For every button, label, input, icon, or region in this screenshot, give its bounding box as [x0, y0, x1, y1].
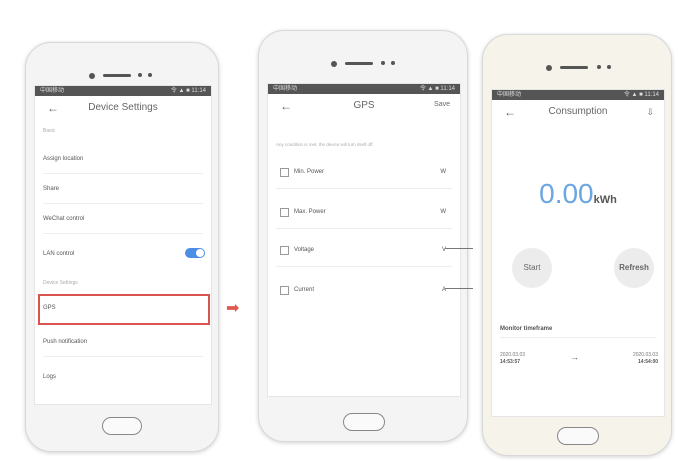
- max-power-label: Max. Power: [294, 209, 326, 215]
- min-power-label: Min. Power: [294, 169, 325, 175]
- camera-dot: [331, 61, 337, 67]
- carrier-text: 中国移动: [273, 86, 298, 92]
- carrier-text: 中国移动: [497, 92, 522, 98]
- divider: [43, 233, 203, 234]
- current-label: Current: [294, 287, 315, 293]
- logs-item[interactable]: Logs: [43, 374, 203, 380]
- from-date: 2020.03.03: [500, 352, 526, 358]
- refresh-button[interactable]: Refresh: [614, 248, 654, 288]
- min-power-unit: W: [440, 169, 446, 175]
- earpiece-speaker: [560, 66, 588, 69]
- sensor-dot: [138, 73, 142, 77]
- push-notification-item[interactable]: Push notification: [43, 339, 203, 345]
- divider: [43, 173, 203, 174]
- to-datetime: 2020.03.03 14:54:00: [633, 352, 658, 366]
- divider: [276, 228, 452, 229]
- wechat-control-item[interactable]: WeChat control: [43, 216, 203, 222]
- status-bar: 中国移动 令 ▲ ■ 11:14: [268, 84, 460, 94]
- monitor-timeframe-label: Monitor timeframe: [500, 326, 553, 332]
- max-power-unit: W: [440, 209, 446, 215]
- start-button[interactable]: Start: [512, 248, 552, 288]
- divider: [43, 356, 203, 357]
- home-button: [102, 417, 142, 435]
- status-icons: 令 ▲ ■ 11:14: [170, 88, 206, 94]
- phone-frame-device-settings: 中国移动 令 ▲ ■ 11:14 ← Device Settings Basic…: [25, 42, 219, 452]
- to-date: 2020.03.03: [632, 352, 658, 358]
- home-button: [343, 413, 385, 431]
- consumption-screen: 中国移动 令 ▲ ■ 11:14 ← Consumption ⇩ 0.00kWh…: [491, 89, 665, 417]
- divider: [43, 203, 203, 204]
- share-item[interactable]: Share: [43, 186, 203, 192]
- divider: [276, 188, 452, 189]
- section-basic-label: Basic: [43, 128, 56, 134]
- gps-screen: 中国移动 令 ▲ ■ 11:14 ← GPS Save Any conditio…: [267, 83, 461, 397]
- camera-dot: [546, 65, 552, 71]
- page-title: GPS: [353, 100, 375, 111]
- min-power-checkbox[interactable]: [280, 168, 289, 177]
- from-time: 14:53:57: [500, 359, 521, 365]
- gps-item[interactable]: GPS: [43, 305, 203, 311]
- hint-text: Any condition is met, the device will tu…: [276, 142, 374, 147]
- header: ← Consumption ⇩: [492, 100, 664, 126]
- section-device-settings-label: Device Settings: [43, 280, 78, 286]
- connector-line: [445, 288, 473, 289]
- camera-dot: [89, 73, 95, 79]
- status-icons: 令 ▲ ■ 11:14: [419, 86, 455, 92]
- sensor-dot: [607, 65, 611, 69]
- transition-arrow-icon: ➡: [226, 300, 240, 317]
- current-checkbox[interactable]: [280, 286, 289, 295]
- sensor-dot: [381, 61, 385, 65]
- header: ← Device Settings: [35, 96, 211, 122]
- save-button[interactable]: Save: [434, 101, 450, 108]
- phone-frame-consumption: 中国移动 令 ▲ ■ 11:14 ← Consumption ⇩ 0.00kWh…: [482, 34, 672, 456]
- max-power-checkbox[interactable]: [280, 208, 289, 217]
- divider: [276, 266, 452, 267]
- from-datetime: 2020.03.03 14:53:57: [500, 352, 525, 366]
- earpiece-speaker: [103, 74, 131, 77]
- page-title: Consumption: [548, 106, 608, 117]
- voltage-label: Voltage: [294, 247, 315, 253]
- consumption-value: 0.00kWh: [492, 178, 664, 210]
- divider: [500, 337, 656, 338]
- sensor-dot: [391, 61, 395, 65]
- page-title: Device Settings: [88, 102, 158, 113]
- status-bar: 中国移动 令 ▲ ■ 11:14: [35, 86, 211, 96]
- lan-control-item: LAN control: [43, 251, 75, 257]
- sensor-dot: [597, 65, 601, 69]
- header: ← GPS Save: [268, 94, 460, 120]
- lan-control-toggle[interactable]: [185, 248, 205, 258]
- assign-location-item[interactable]: Assign location: [43, 156, 203, 162]
- connector-line: [445, 248, 473, 249]
- to-time: 14:54:00: [637, 359, 658, 365]
- voltage-checkbox[interactable]: [280, 246, 289, 255]
- phone-frame-gps: 中国移动 令 ▲ ■ 11:14 ← GPS Save Any conditio…: [258, 30, 468, 442]
- home-button: [557, 427, 599, 445]
- sensor-dot: [148, 73, 152, 77]
- status-icons: 令 ▲ ■ 11:14: [623, 92, 659, 98]
- consumption-unit: kWh: [593, 194, 617, 206]
- earpiece-speaker: [345, 62, 373, 65]
- status-bar: 中国移动 令 ▲ ■ 11:14: [492, 90, 664, 100]
- share-icon[interactable]: ⇩: [646, 107, 654, 118]
- device-settings-screen: 中国移动 令 ▲ ■ 11:14 ← Device Settings Basic…: [34, 85, 212, 405]
- range-arrow-icon: →: [570, 352, 579, 362]
- consumption-number: 0.00: [539, 178, 594, 209]
- carrier-text: 中国移动: [40, 88, 65, 94]
